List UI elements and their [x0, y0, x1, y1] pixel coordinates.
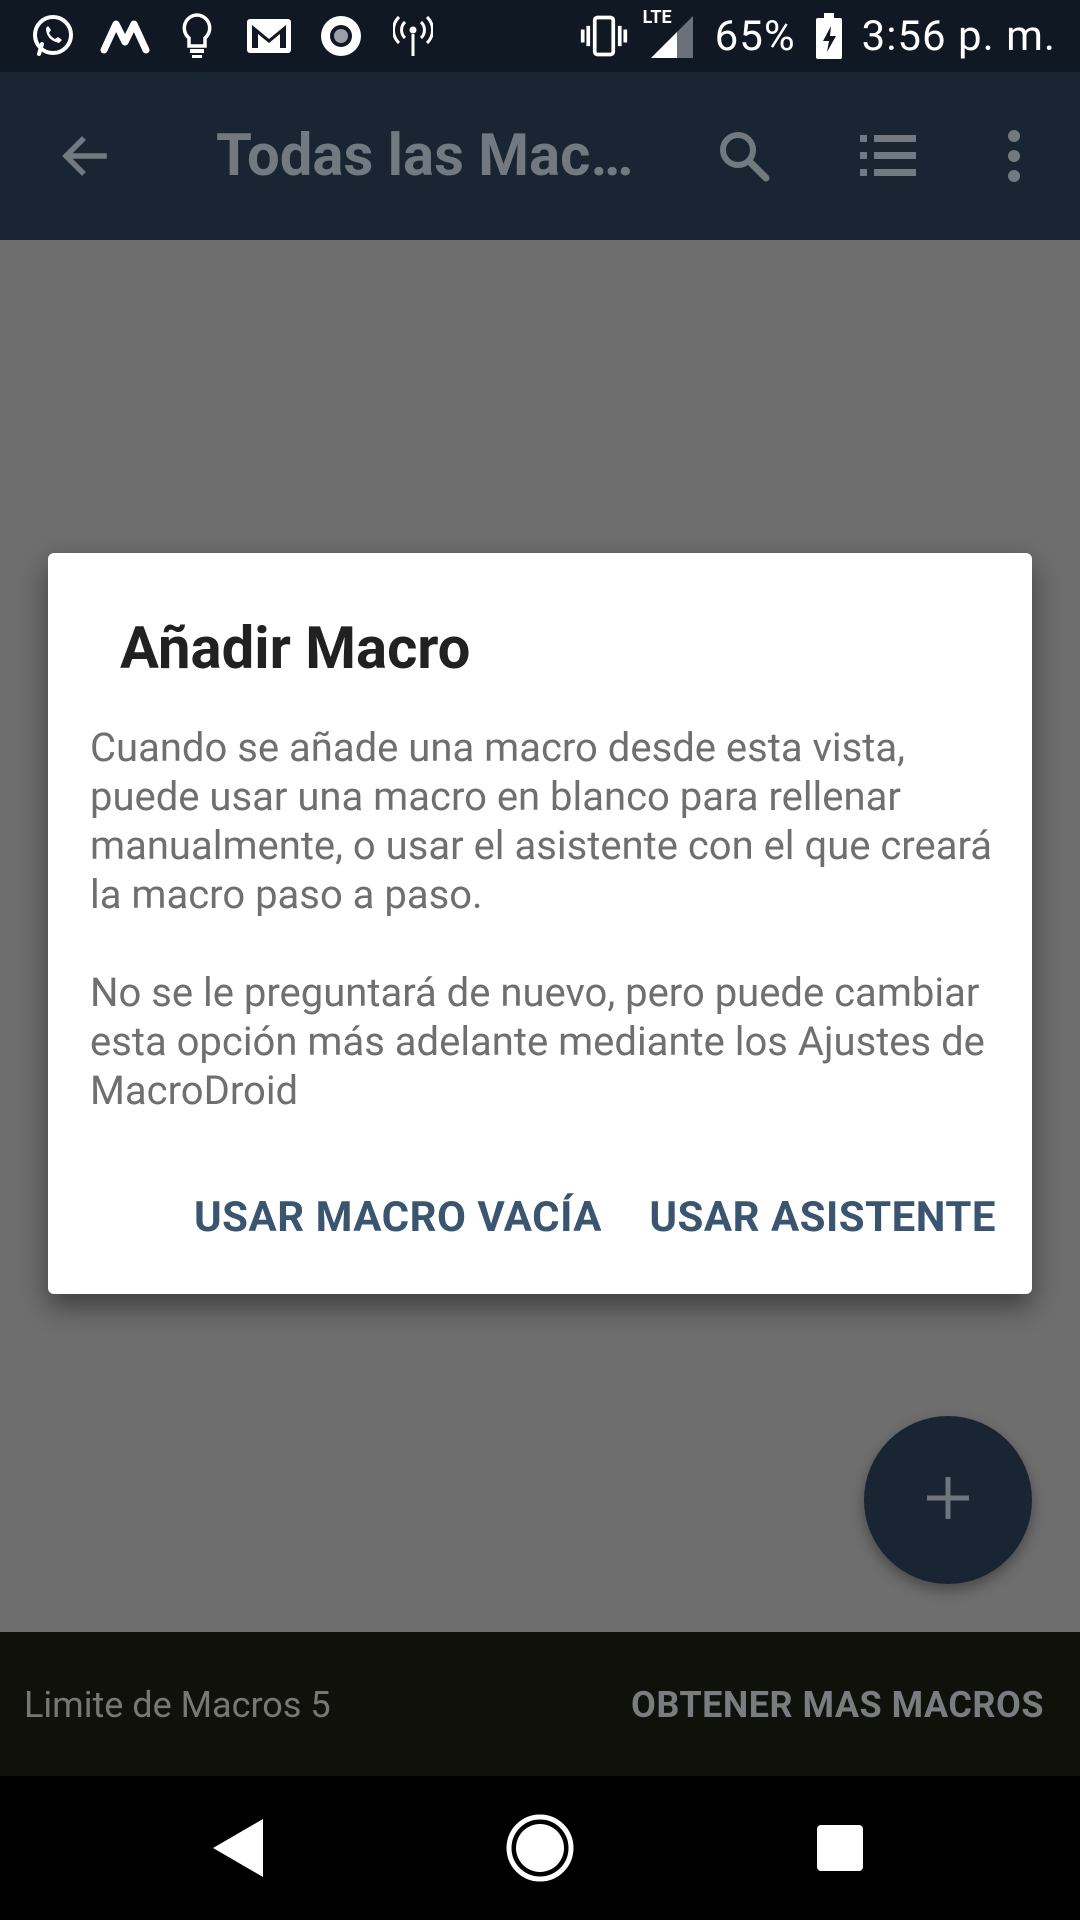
- plus-icon: [923, 1473, 973, 1527]
- nav-back-icon[interactable]: [198, 1806, 282, 1890]
- get-more-macros-button[interactable]: OBTENER MAS MACROS: [631, 1684, 1044, 1726]
- dialog-paragraph-2: No se le preguntará de nuevo, pero puede…: [90, 969, 985, 1114]
- dialog-title: Añadir Macro: [120, 615, 471, 683]
- clock: 3:56 p. m.: [861, 11, 1056, 61]
- notification-icons: [28, 10, 438, 62]
- macro-limit-text: Limite de Macros 5: [24, 1684, 331, 1726]
- m-app-icon: [100, 11, 150, 61]
- battery-percent: 65%: [714, 11, 796, 61]
- use-empty-macro-button[interactable]: USAR MACRO VACÍA: [194, 1193, 602, 1242]
- hotspot-icon: [388, 11, 438, 61]
- page-title: Todas las Mac…: [216, 122, 634, 190]
- dialog-paragraph-1: Cuando se añade una macro desde esta vis…: [90, 724, 992, 918]
- status-bar: LTE 65% 3:56 p. m.: [0, 0, 1080, 72]
- whatsapp-icon: [28, 11, 78, 61]
- more-vert-icon[interactable]: [976, 118, 1052, 194]
- back-arrow-icon[interactable]: [46, 118, 122, 194]
- nav-recents-icon[interactable]: [798, 1806, 882, 1890]
- network-type-label: LTE: [642, 7, 672, 28]
- record-icon: [316, 11, 366, 61]
- vibrate-icon: [579, 11, 629, 61]
- add-macro-fab[interactable]: [864, 1416, 1032, 1584]
- macro-limit-bar: Limite de Macros 5 OBTENER MAS MACROS: [0, 1632, 1080, 1776]
- nav-home-icon[interactable]: [498, 1806, 582, 1890]
- use-wizard-button[interactable]: USAR ASISTENTE: [649, 1193, 996, 1242]
- add-macro-dialog: Añadir Macro Cuando se añade una macro d…: [48, 553, 1032, 1294]
- gmail-icon: [244, 11, 294, 61]
- bulb-icon: [172, 11, 222, 61]
- system-nav-bar: [0, 1776, 1080, 1920]
- app-bar: Todas las Mac…: [0, 72, 1080, 240]
- signal-icon: LTE: [643, 7, 697, 61]
- system-status: LTE 65% 3:56 p. m.: [579, 7, 1056, 62]
- dialog-message: Cuando se añade una macro desde esta vis…: [90, 723, 1000, 1115]
- battery-charging-icon: [814, 11, 844, 61]
- list-icon[interactable]: [850, 118, 926, 194]
- search-icon[interactable]: [706, 118, 782, 194]
